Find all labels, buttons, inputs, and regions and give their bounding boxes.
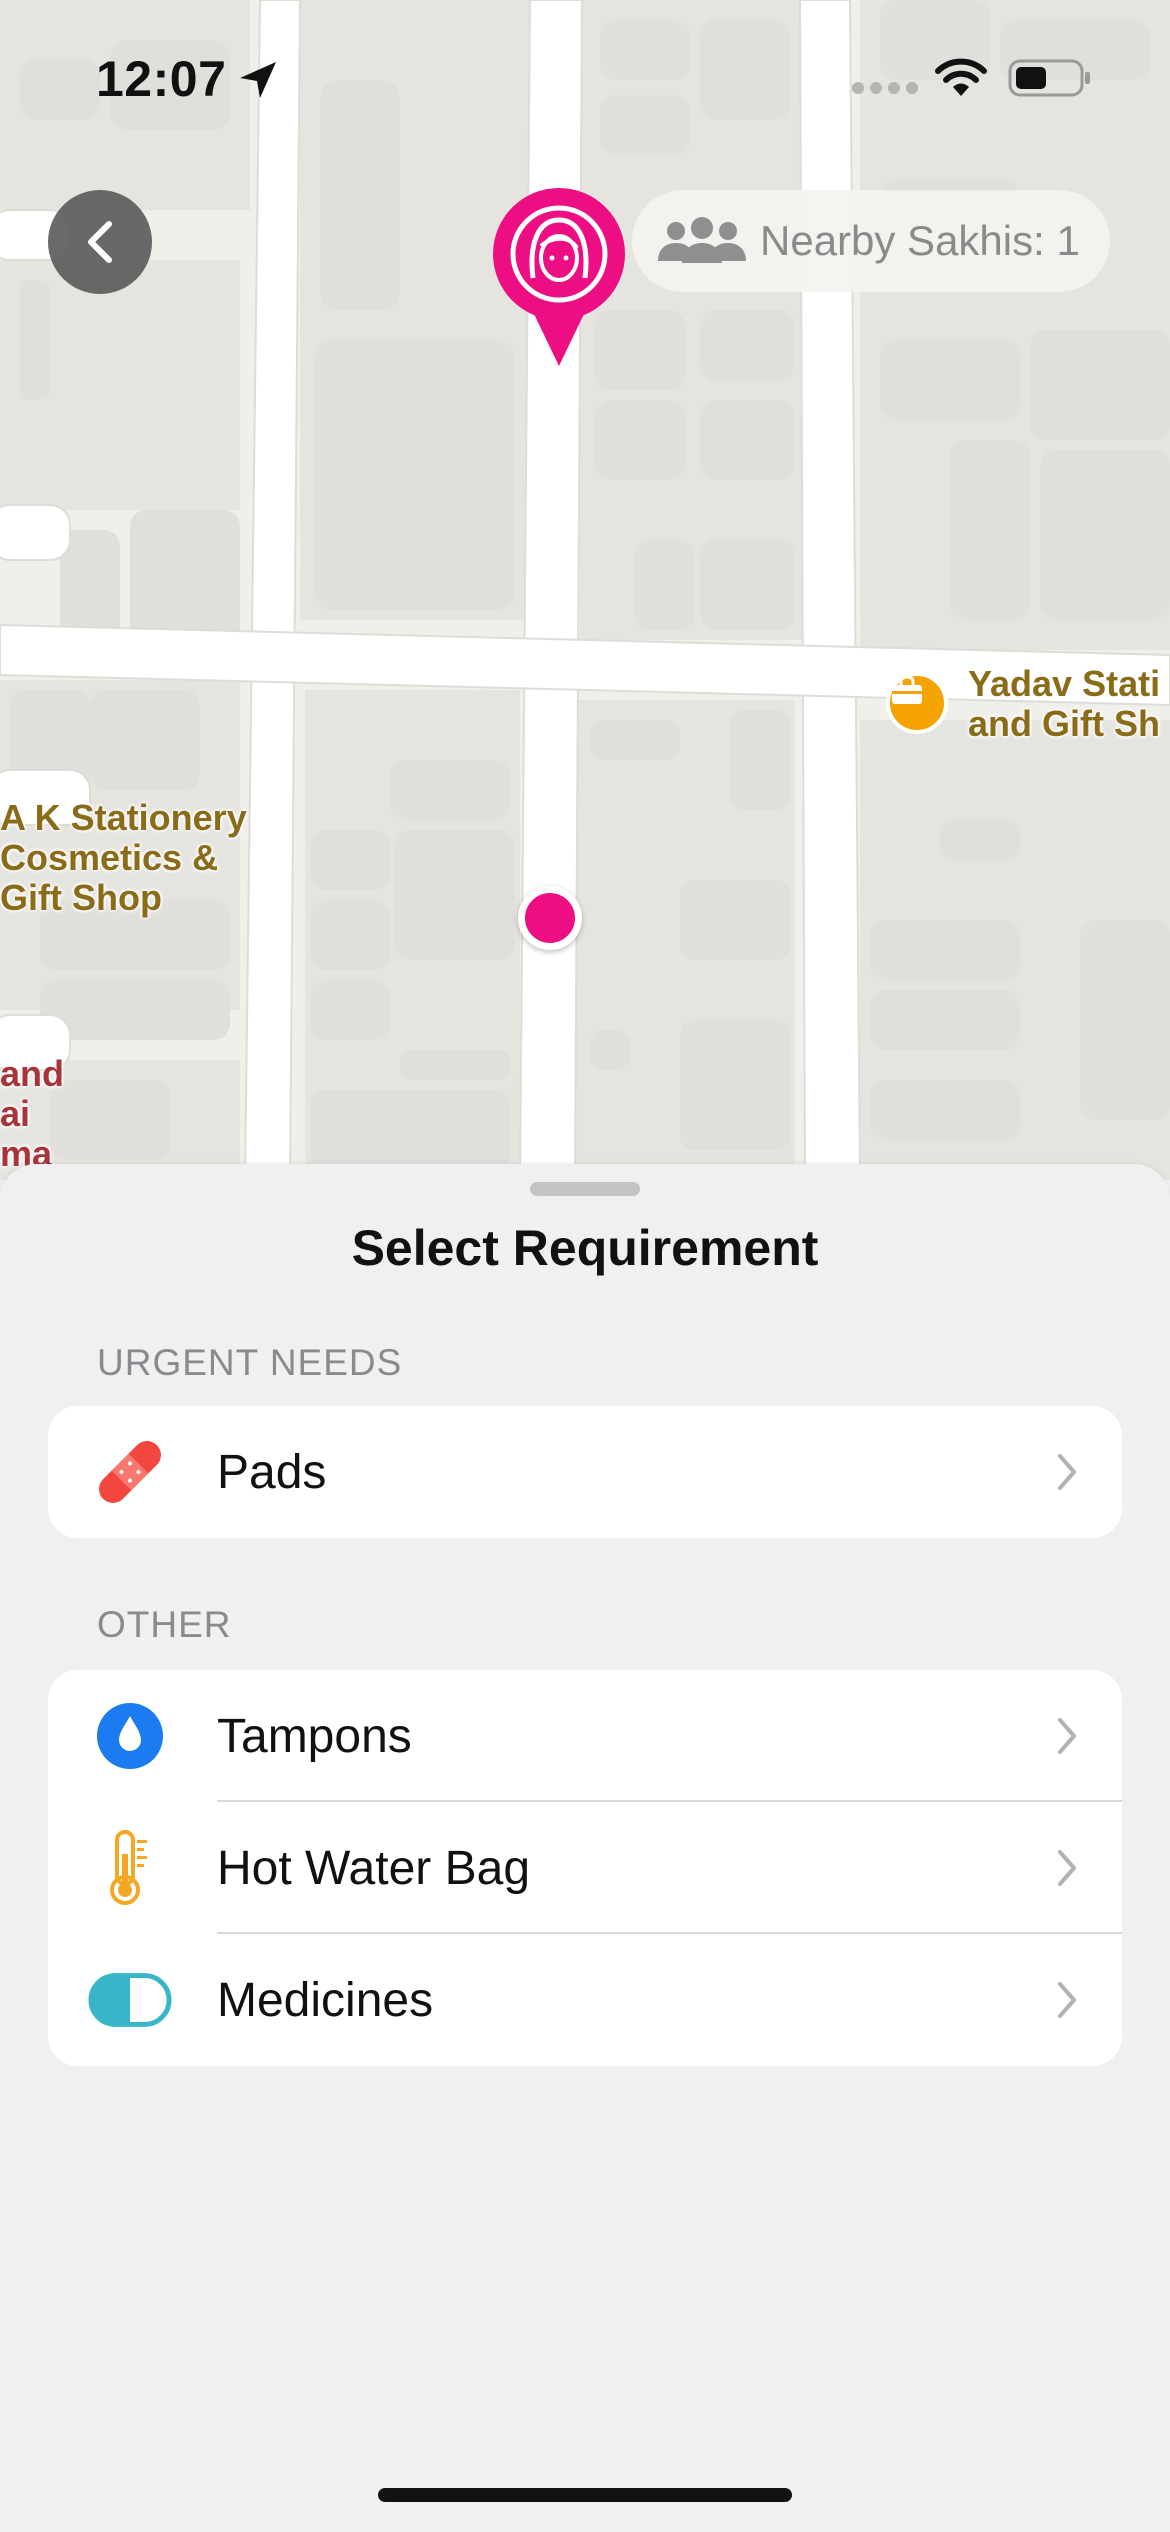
requirement-label: Medicines (217, 1973, 434, 2027)
requirement-row-tampons[interactable]: Tampons (48, 1670, 1122, 1802)
section-header-urgent: URGENT NEEDS (97, 1342, 403, 1383)
poi-label-partial[interactable]: and ai ma (0, 1054, 64, 1174)
requirement-row-hot-water-bag[interactable]: Hot Water Bag (48, 1802, 1122, 1934)
sheet-grabber[interactable] (530, 1182, 640, 1196)
requirement-label: Tampons (217, 1709, 412, 1763)
drop-icon (88, 1694, 172, 1778)
home-indicator[interactable] (378, 2488, 792, 2502)
cellular-signal-icon (852, 82, 918, 94)
map-view[interactable]: Yadav Stati and Gift Sh A K Stationery C… (0, 0, 1170, 1180)
chevron-right-icon (1058, 1454, 1076, 1490)
thermometer-icon (88, 1826, 172, 1910)
chevron-left-icon (88, 221, 112, 263)
shopping-bag-icon[interactable] (886, 672, 948, 734)
status-bar: 12:07 (0, 0, 1170, 150)
requirement-label: Pads (217, 1445, 327, 1499)
chevron-right-icon (1058, 1850, 1076, 1886)
pill-icon (88, 1958, 172, 2042)
poi-label-yadav[interactable]: Yadav Stati and Gift Sh (968, 664, 1160, 744)
bandage-icon (88, 1430, 172, 1514)
chevron-right-icon (1058, 1718, 1076, 1754)
user-location-dot (518, 886, 582, 950)
chevron-right-icon (1058, 1982, 1076, 2018)
map-canvas (0, 0, 1170, 1180)
sakhi-pin-icon[interactable] (489, 186, 629, 370)
location-arrow-icon (240, 62, 276, 98)
other-group: Tampons Hot Water Bag Medicines (48, 1670, 1122, 2066)
battery-icon (1008, 59, 1090, 97)
requirement-row-pads[interactable]: Pads (48, 1406, 1122, 1538)
requirement-row-medicines[interactable]: Medicines (48, 1934, 1122, 2066)
requirement-label: Hot Water Bag (217, 1841, 531, 1895)
urgent-needs-group: Pads (48, 1406, 1122, 1538)
nearby-sakhis-label: Nearby Sakhis: 1 (760, 217, 1080, 264)
people-group-icon (658, 217, 746, 263)
poi-label-ak-stationery[interactable]: A K Stationery Cosmetics & Gift Shop (0, 798, 247, 918)
wifi-icon (935, 58, 987, 96)
back-button[interactable] (48, 190, 152, 294)
nearby-sakhis-pill: Nearby Sakhis: 1 (632, 190, 1110, 292)
requirement-sheet: Select Requirement URGENT NEEDS Pads OTH… (0, 1164, 1170, 2532)
section-header-other: OTHER (97, 1604, 232, 1645)
status-time: 12:07 (96, 51, 227, 107)
sheet-title: Select Requirement (351, 1220, 819, 1276)
